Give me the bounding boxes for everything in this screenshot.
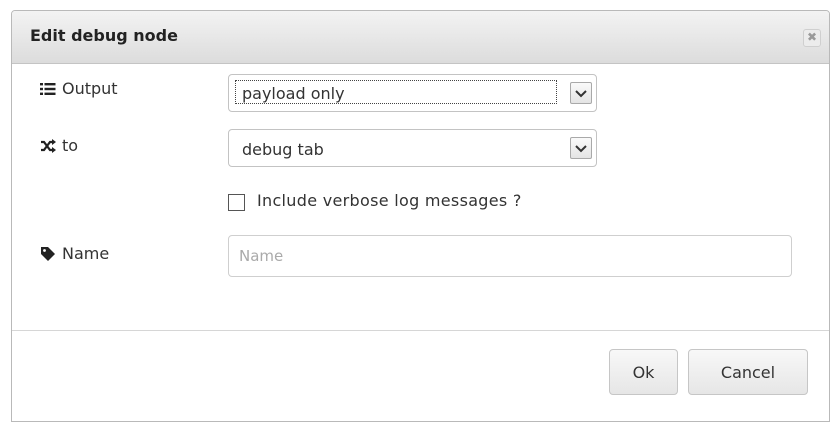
output-dropdown-button[interactable] [570,82,592,104]
cancel-button[interactable]: Cancel [688,349,808,395]
list-icon [40,82,56,95]
output-label: Output [62,79,118,98]
to-label-row: to [40,136,78,155]
tag-icon [41,246,55,261]
verbose-checkbox[interactable] [228,194,245,211]
chevron-down-icon [575,145,587,153]
to-selected-value: debug tab [242,140,324,159]
close-icon: ✖ [806,30,818,44]
ok-button-label: Ok [632,362,655,382]
chevron-down-icon [575,90,587,98]
name-input[interactable] [228,235,792,277]
verbose-checkbox-label[interactable]: Include verbose log messages ? [257,191,522,210]
edit-debug-node-dialog: Edit debug node ✖ Output payload only to… [11,10,830,422]
output-label-row: Output [40,79,118,98]
close-button[interactable]: ✖ [803,29,821,47]
name-label-row: Name [40,244,109,263]
dialog-title: Edit debug node [30,26,178,45]
cancel-button-label: Cancel [720,362,776,382]
dialog-titlebar[interactable]: Edit debug node ✖ [12,11,829,64]
random-icon [41,138,56,153]
output-selected-value: payload only [242,84,345,103]
output-select[interactable]: payload only [228,74,597,112]
footer-divider [12,330,829,331]
to-select[interactable]: debug tab [228,129,597,167]
to-dropdown-button[interactable] [570,137,592,159]
name-label: Name [62,244,110,263]
ok-button[interactable]: Ok [609,349,678,395]
to-label: to [62,136,79,155]
